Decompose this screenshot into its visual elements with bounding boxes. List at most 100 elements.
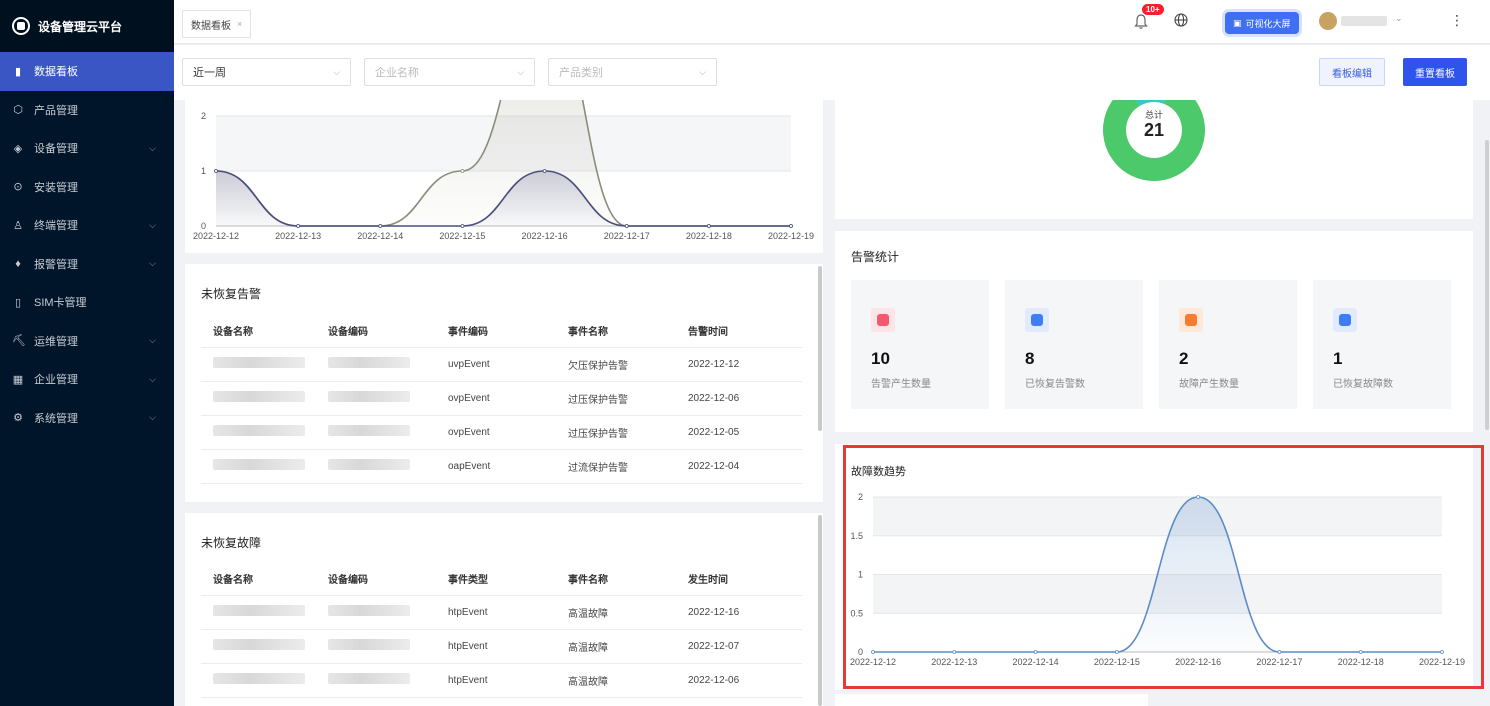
sidebar-item-1[interactable]: ⬡ 产品管理: [0, 91, 174, 130]
alarm-stats-panel: 告警统计 10 告警产生数量 8 已恢复告警数 2 故障产生数量 1 已恢复故障数: [835, 231, 1473, 432]
x-tick-label: 2022-12-19: [1419, 657, 1465, 667]
next-panel-edge: [835, 694, 1148, 706]
table-row[interactable]: uvpEvent 欠压保护告警 2022-12-12: [201, 347, 802, 382]
donut-total-value: 21: [1143, 120, 1165, 140]
data-point: [1440, 650, 1444, 654]
scrollbar[interactable]: [818, 266, 822, 431]
y-tick-label: 1.5: [850, 531, 863, 541]
sidebar-item-0[interactable]: ▮ 数据看板: [0, 52, 174, 91]
cell-event-code: htpEvent: [436, 629, 556, 664]
sidebar-item-6[interactable]: ▯ SIM卡管理: [0, 283, 174, 322]
cell-event-name: 高温故障: [556, 629, 676, 664]
tool-icon: ⛏: [12, 335, 26, 348]
cell-event-code: htpEvent: [436, 663, 556, 698]
chevron-down-icon: ⌵: [149, 412, 156, 423]
table-row[interactable]: htpEvent 高温故障 2022-12-06: [201, 663, 802, 698]
device-name-redacted: [201, 595, 316, 630]
device-code-redacted: [316, 663, 436, 698]
data-point: [214, 169, 218, 173]
x-tick-label: 2022-12-15: [439, 231, 485, 241]
sidebar-item-label: 产品管理: [34, 104, 78, 117]
table-row[interactable]: ovpEvent 过压保护告警 2022-12-05: [201, 415, 802, 450]
stat-label: 已恢复故障数: [1333, 379, 1393, 390]
stat-value: 8: [1025, 349, 1035, 368]
table-row[interactable]: htpEvent 高温故障 2022-12-07: [201, 629, 802, 664]
device-name-redacted: [201, 629, 316, 664]
company-select[interactable]: 企业名称 ⌵: [364, 58, 535, 86]
tab-dashboard[interactable]: 数据看板 ×: [182, 10, 252, 38]
cell-time: 2022-12-06: [676, 663, 802, 698]
period-select[interactable]: 近一周 ⌵: [182, 58, 351, 86]
unrecovered-faults-panel: 未恢复故障 设备名称 设备编码 事件类型 事件名称 发生时间 htpEvent 高温故障 2…: [185, 513, 823, 706]
table-row[interactable]: htpEvent 高温故障 2022-12-16: [201, 595, 802, 630]
reset-dashboard-button[interactable]: 重置看板: [1403, 58, 1467, 86]
user-name-redacted[interactable]: [1341, 16, 1387, 26]
app-logo[interactable]: 设备管理云平台: [0, 0, 174, 52]
cell-event-name: 高温故障: [556, 663, 676, 698]
device-code-redacted: [316, 415, 436, 450]
stat-card: 2 故障产生数量: [1159, 280, 1297, 409]
cell-event-name: 过流保护告警: [556, 449, 676, 484]
globe-icon[interactable]: [1174, 13, 1188, 30]
alarm-bell-icon: [871, 308, 895, 332]
fault-trend-panel: 故障数趋势 0 0.5 1 1.5 2 2022-12-12 2022-12-13 2022-…: [835, 444, 1473, 690]
chevron-down-icon[interactable]: ⌄: [1395, 13, 1403, 24]
x-tick-label: 2022-12-12: [850, 657, 896, 667]
bell-icon[interactable]: [1134, 14, 1148, 30]
chevron-down-icon: ⌵: [149, 335, 156, 346]
unrecovered-faults-table: 设备名称 设备编码 事件类型 事件名称 发生时间 htpEvent 高温故障 2022-12…: [201, 562, 802, 698]
avatar[interactable]: [1319, 12, 1337, 30]
tab-label: 数据看板: [191, 20, 231, 32]
column-header: 设备编码: [316, 314, 436, 348]
sidebar-item-7[interactable]: ⛏ 运维管理 ⌵: [0, 322, 174, 361]
device-name-redacted: [201, 381, 316, 416]
x-tick-label: 2022-12-13: [275, 231, 321, 241]
cell-event-name: 过压保护告警: [556, 415, 676, 450]
unrecovered-alarms-title: 未恢复告警: [201, 287, 262, 301]
cell-time: 2022-12-07: [676, 629, 802, 664]
x-tick-label: 2022-12-16: [522, 231, 568, 241]
layers-icon: ◈: [13, 142, 23, 155]
check-badge-icon: [1333, 308, 1357, 332]
stat-value: 10: [871, 349, 890, 368]
sidebar-item-9[interactable]: ⚙ 系统管理 ⌵: [0, 399, 174, 438]
data-point: [1114, 650, 1119, 654]
sidebar-item-label: 报警管理: [34, 258, 78, 271]
x-tick-label: 2022-12-18: [1338, 657, 1384, 667]
category-placeholder: 产品类别: [559, 67, 603, 79]
y-tick-label: 0: [858, 647, 863, 657]
data-point: [789, 224, 793, 228]
gear-icon: ⚙: [13, 412, 23, 425]
sidebar-item-5[interactable]: ♦ 报警管理 ⌵: [0, 245, 174, 284]
page-scrollbar[interactable]: [1485, 140, 1489, 430]
category-select[interactable]: 产品类别 ⌵: [548, 58, 717, 86]
device-name-redacted: [201, 663, 316, 698]
cell-time: 2022-12-16: [676, 595, 802, 630]
sidebar-item-label: 企业管理: [34, 374, 78, 387]
column-header: 设备名称: [201, 562, 316, 596]
cell-event-code: htpEvent: [436, 595, 556, 630]
sidebar-item-8[interactable]: ▦ 企业管理 ⌵: [0, 360, 174, 399]
sidebar-item-4[interactable]: ♙ 终端管理 ⌵: [0, 206, 174, 245]
cell-event-name: 过压保护告警: [556, 381, 676, 416]
x-tick-label: 2022-12-12: [193, 231, 239, 241]
x-tick-label: 2022-12-13: [931, 657, 977, 667]
stat-card: 1 已恢复故障数: [1313, 280, 1451, 409]
table-row[interactable]: ovpEvent 过压保护告警 2022-12-06: [201, 381, 802, 416]
cell-event-code: uvpEvent: [436, 347, 556, 382]
donut-panel: 总计 21: [835, 79, 1473, 219]
table-row[interactable]: oapEvent 过流保护告警 2022-12-04: [201, 449, 802, 484]
cell-event-code: ovpEvent: [436, 381, 556, 416]
scrollbar[interactable]: [818, 515, 822, 706]
more-vertical-icon[interactable]: ⋮: [1450, 12, 1464, 29]
sidebar-item-3[interactable]: ⊙ 安装管理: [0, 168, 174, 207]
sidebar-item-2[interactable]: ◈ 设备管理 ⌵: [0, 129, 174, 168]
trend-chart-panel: 01232022-12-122022-12-132022-12-142022-1…: [185, 4, 823, 253]
cell-event-name: 欠压保护告警: [556, 347, 676, 382]
visual-screen-button[interactable]: ▣ 可视化大屏: [1225, 12, 1299, 34]
x-tick-label: 2022-12-18: [686, 231, 732, 241]
app-title: 设备管理云平台: [38, 19, 123, 34]
close-icon[interactable]: ×: [237, 19, 242, 29]
edit-dashboard-button[interactable]: 看板编辑: [1319, 58, 1385, 86]
unrecovered-alarms-table: 设备名称 设备编码 事件编码 事件名称 告警时间 uvpEvent 欠压保护告警 2022-…: [201, 314, 802, 484]
